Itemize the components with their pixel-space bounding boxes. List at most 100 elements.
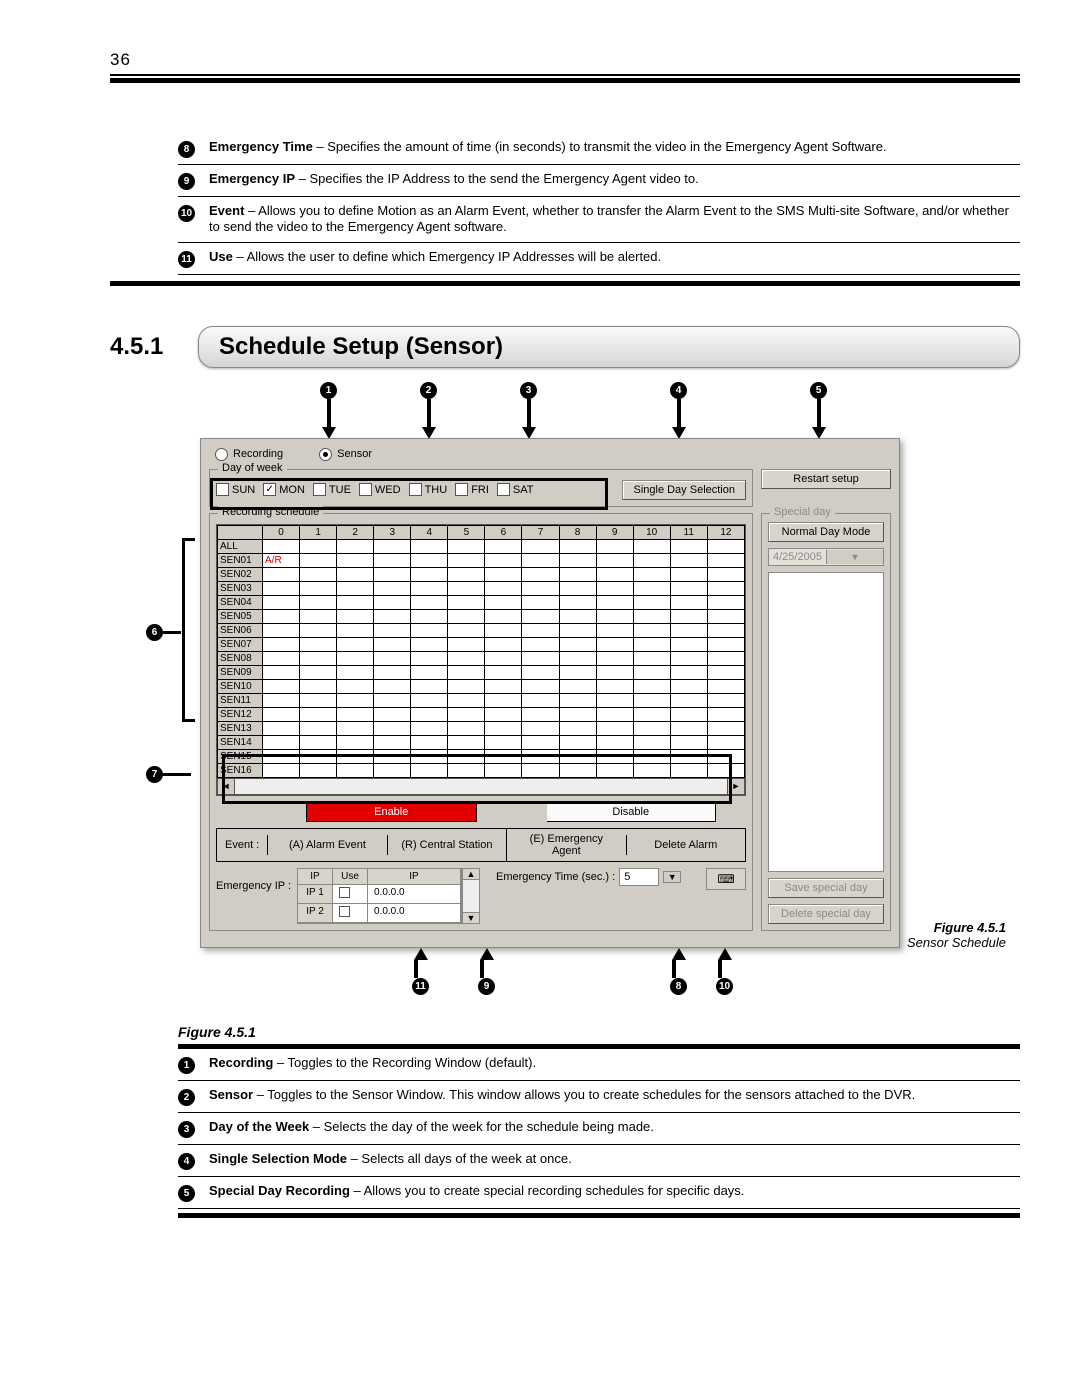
schedule-cell[interactable] (559, 567, 596, 581)
schedule-cell[interactable] (448, 539, 485, 553)
sensor-radio[interactable]: Sensor (319, 448, 372, 461)
schedule-cell[interactable] (633, 637, 670, 651)
schedule-cell[interactable] (448, 567, 485, 581)
schedule-cell[interactable] (670, 609, 707, 623)
sensor-row-header[interactable]: SEN06 (218, 623, 263, 637)
schedule-cell[interactable] (263, 707, 300, 721)
schedule-cell[interactable] (374, 735, 411, 749)
ip-use-checkbox[interactable] (333, 885, 368, 904)
schedule-cell[interactable] (411, 567, 448, 581)
schedule-cell[interactable] (670, 707, 707, 721)
schedule-cell[interactable] (707, 679, 744, 693)
schedule-cell[interactable] (411, 651, 448, 665)
ip-scroll-up-icon[interactable]: ▲ (462, 868, 480, 880)
schedule-cell[interactable]: A (559, 553, 596, 567)
schedule-cell[interactable] (633, 567, 670, 581)
schedule-cell[interactable] (633, 735, 670, 749)
schedule-cell[interactable]: A/R (522, 623, 559, 637)
schedule-cell[interactable] (337, 749, 374, 763)
sensor-row-header[interactable]: SEN02 (218, 567, 263, 581)
schedule-cell[interactable] (522, 679, 559, 693)
event-delete-button[interactable]: Delete Alarm (626, 835, 745, 855)
schedule-cell[interactable] (411, 609, 448, 623)
schedule-cell[interactable] (522, 749, 559, 763)
schedule-cell[interactable] (448, 581, 485, 595)
schedule-cell[interactable] (707, 721, 744, 735)
dow-checkbox-sat[interactable]: SAT (497, 483, 534, 496)
dow-checkbox-fri[interactable]: FRI (455, 483, 489, 496)
schedule-cell[interactable] (633, 651, 670, 665)
schedule-cell[interactable] (522, 539, 559, 553)
schedule-cell[interactable] (522, 665, 559, 679)
schedule-cell[interactable] (485, 735, 522, 749)
schedule-cell[interactable] (374, 581, 411, 595)
schedule-cell[interactable] (596, 763, 633, 777)
schedule-cell[interactable] (707, 609, 744, 623)
scroll-right-icon[interactable]: ► (727, 778, 745, 795)
restart-setup-button[interactable]: Restart setup (761, 469, 891, 489)
schedule-cell[interactable]: A/R (411, 553, 448, 567)
normal-day-mode-button[interactable]: Normal Day Mode (768, 522, 884, 542)
schedule-cell[interactable] (448, 763, 485, 777)
schedule-cell[interactable] (596, 567, 633, 581)
event-central-button[interactable]: (R) Central Station (387, 835, 506, 855)
schedule-cell[interactable] (448, 665, 485, 679)
schedule-cell[interactable] (522, 707, 559, 721)
save-special-button[interactable]: Save special day (768, 878, 884, 898)
schedule-cell[interactable] (633, 693, 670, 707)
emergency-time-input[interactable]: 5 (619, 868, 659, 886)
schedule-cell[interactable] (596, 651, 633, 665)
schedule-cell[interactable] (263, 651, 300, 665)
schedule-cell[interactable] (522, 595, 559, 609)
schedule-cell[interactable]: A/E (485, 637, 522, 651)
schedule-cell[interactable] (263, 749, 300, 763)
schedule-cell[interactable] (559, 665, 596, 679)
schedule-cell[interactable] (670, 665, 707, 679)
schedule-cell[interactable] (596, 721, 633, 735)
schedule-cell[interactable] (522, 567, 559, 581)
schedule-cell[interactable]: A/R (448, 637, 485, 651)
delete-special-button[interactable]: Delete special day (768, 904, 884, 924)
schedule-cell[interactable] (559, 693, 596, 707)
dow-checkbox-thu[interactable]: THU (409, 483, 448, 496)
schedule-cell[interactable] (374, 665, 411, 679)
schedule-cell[interactable] (300, 609, 337, 623)
schedule-cell[interactable] (633, 763, 670, 777)
schedule-cell[interactable] (670, 735, 707, 749)
schedule-cell[interactable] (559, 763, 596, 777)
sensor-row-header[interactable]: SEN08 (218, 651, 263, 665)
schedule-cell[interactable]: A/R (596, 553, 633, 567)
emergency-time-dropdown-icon[interactable]: ▼ (663, 871, 681, 883)
schedule-cell[interactable] (300, 707, 337, 721)
schedule-cell[interactable] (670, 637, 707, 651)
sensor-row-header[interactable]: SEN11 (218, 693, 263, 707)
schedule-cell[interactable]: A (522, 553, 559, 567)
schedule-cell[interactable] (485, 581, 522, 595)
event-alarm-button[interactable]: (A) Alarm Event (267, 835, 386, 855)
schedule-cell[interactable] (448, 735, 485, 749)
schedule-cell[interactable] (522, 693, 559, 707)
schedule-cell[interactable] (337, 539, 374, 553)
schedule-cell[interactable] (707, 539, 744, 553)
schedule-cell[interactable] (633, 749, 670, 763)
schedule-cell[interactable] (374, 693, 411, 707)
schedule-cell[interactable] (596, 595, 633, 609)
schedule-cell[interactable] (337, 763, 374, 777)
schedule-cell[interactable] (670, 693, 707, 707)
schedule-cell[interactable] (411, 665, 448, 679)
schedule-cell[interactable]: A/R (596, 623, 633, 637)
schedule-cell[interactable] (263, 567, 300, 581)
schedule-cell[interactable] (300, 735, 337, 749)
schedule-cell[interactable] (411, 693, 448, 707)
schedule-cell[interactable] (559, 595, 596, 609)
schedule-cell[interactable] (522, 735, 559, 749)
schedule-cell[interactable] (596, 749, 633, 763)
schedule-cell[interactable] (374, 651, 411, 665)
special-day-list[interactable] (768, 572, 884, 872)
schedule-cell[interactable] (300, 763, 337, 777)
schedule-cell[interactable]: A/R (633, 553, 670, 567)
schedule-cell[interactable] (337, 735, 374, 749)
schedule-cell[interactable] (300, 623, 337, 637)
ip-row[interactable]: IP 2 0.0.0.0 (298, 904, 461, 923)
schedule-cell[interactable] (485, 539, 522, 553)
